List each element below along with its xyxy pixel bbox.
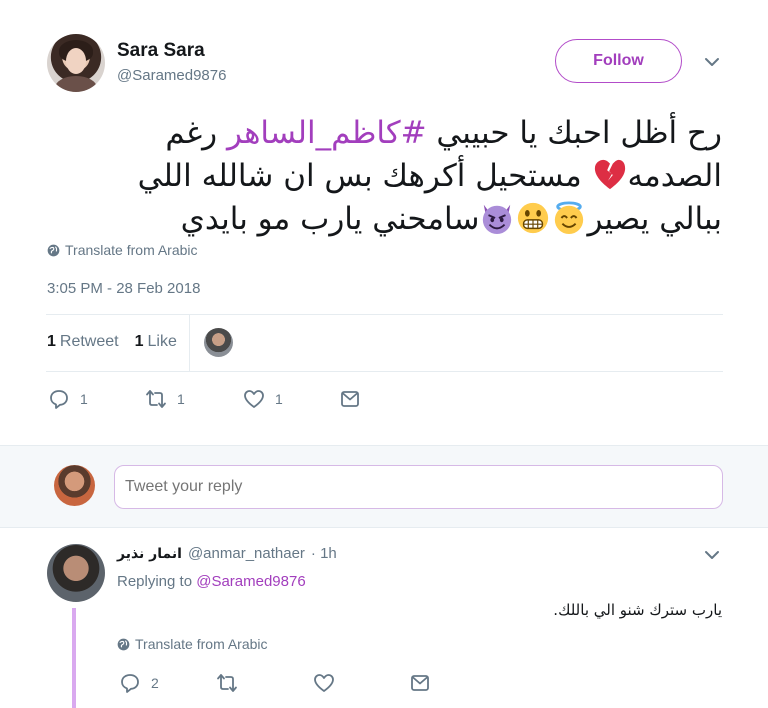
tweet-text: رح أظل احبك يا حبيبي #كاظم_الساهر رغم ال… xyxy=(48,112,722,241)
tweet-text-line-1: رح أظل احبك يا حبيبي #كاظم_الساهر رغم xyxy=(165,115,722,151)
reply-timestamp[interactable]: · 1h xyxy=(311,545,337,562)
like-button[interactable] xyxy=(313,672,335,694)
like-button[interactable]: 1 xyxy=(243,388,283,410)
retweet-button[interactable]: 1 xyxy=(145,388,185,410)
author-screen-name[interactable]: @Saramed9876 xyxy=(117,67,226,84)
tweet-text-line-3: ببالي يصير سامحني يارب مو بايدي xyxy=(180,201,722,237)
heart-icon xyxy=(314,674,334,692)
retweet-icon xyxy=(146,390,166,408)
direct-message-button[interactable] xyxy=(339,388,361,410)
chevron-down-icon[interactable] xyxy=(702,52,722,72)
tweet-timestamp: 3:05 PM - 28 Feb 2018 xyxy=(47,280,201,297)
retweet-icon xyxy=(217,674,237,692)
envelope-icon xyxy=(411,675,429,691)
liker-avatar[interactable] xyxy=(204,328,233,357)
reply-author-avatar[interactable] xyxy=(47,544,105,602)
retweet-stat[interactable]: 1 Retweet xyxy=(47,333,119,351)
replying-to: Replying to @Saramed9876 xyxy=(117,573,306,590)
smiling-face-with-halo-emoji-icon xyxy=(555,201,584,235)
follow-button[interactable]: Follow xyxy=(555,39,682,83)
divider xyxy=(46,314,723,315)
thread-line xyxy=(72,608,76,708)
reply-header: انمار نذير @anmar_nathaer · 1h xyxy=(117,545,337,562)
globe-icon xyxy=(117,638,130,650)
globe-icon xyxy=(47,244,60,256)
replying-to-handle[interactable]: @Saramed9876 xyxy=(196,573,305,590)
heart-icon xyxy=(244,390,264,408)
reply-button[interactable]: 1 xyxy=(48,388,88,410)
hashtag-link[interactable]: #كاظم_الساهر xyxy=(227,115,427,151)
reply-icon xyxy=(121,674,139,693)
broken-heart-emoji-icon xyxy=(594,159,625,190)
chevron-down-icon[interactable] xyxy=(702,545,722,565)
reply-author-name[interactable]: انمار نذير xyxy=(117,546,182,562)
reply-input[interactable] xyxy=(114,465,723,509)
reply-icon xyxy=(50,390,68,409)
direct-message-button[interactable] xyxy=(409,672,431,694)
divider xyxy=(46,371,723,372)
current-user-avatar[interactable] xyxy=(54,465,95,506)
tweet-stats: 1 Retweet 1 Like xyxy=(47,333,177,351)
author-avatar[interactable] xyxy=(47,34,105,92)
author-display-name[interactable]: Sara Sara xyxy=(117,40,205,62)
reply-text: يارب سترك شنو الي باللك. xyxy=(553,601,722,619)
like-stat[interactable]: 1 Like xyxy=(135,333,177,351)
translate-link[interactable]: Translate from Arabic xyxy=(117,636,268,652)
smiling-face-with-horns-emoji-icon xyxy=(483,204,512,235)
reply-author-handle[interactable]: @anmar_nathaer xyxy=(188,545,305,562)
grimacing-face-emoji-icon xyxy=(518,202,549,234)
tweet-text-line-2: الصدمه مستحيل أكرهك بس ان شالله اللي xyxy=(137,158,722,194)
translate-link[interactable]: Translate from Arabic xyxy=(47,242,198,258)
divider xyxy=(189,314,190,371)
reply-button[interactable]: 2 xyxy=(119,672,159,694)
envelope-icon xyxy=(341,391,359,407)
retweet-button[interactable] xyxy=(216,672,238,694)
